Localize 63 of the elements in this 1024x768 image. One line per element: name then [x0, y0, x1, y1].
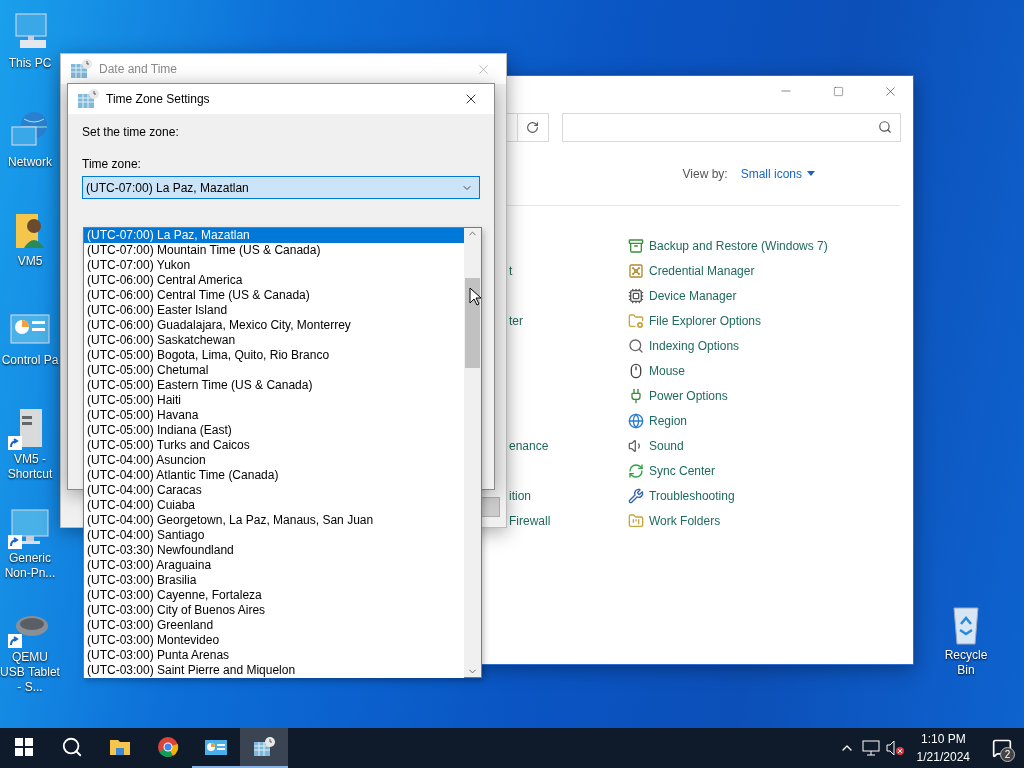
refresh-icon	[526, 120, 540, 134]
control-panel-link[interactable]: File Explorer Options	[628, 312, 762, 329]
desktop-icon-label[interactable]: Recycle Bin	[935, 648, 997, 678]
control-panel-link[interactable]: Device Manager	[628, 287, 737, 304]
desktop-icon-label[interactable]: VM5 - Shortcut	[0, 452, 60, 482]
notification-badge: 2	[1000, 747, 1015, 762]
search-icon	[61, 736, 83, 758]
control-panel-link[interactable]: Troubleshooting	[628, 487, 735, 504]
control-panel-link[interactable]: enance	[509, 438, 549, 453]
control-panel-link[interactable]: Region	[628, 412, 688, 429]
wrench-icon	[628, 487, 644, 504]
window-title: Date and Time	[99, 62, 178, 76]
windows-logo-icon	[15, 738, 33, 756]
control-panel-link[interactable]: Indexing Options	[628, 337, 740, 354]
control-panel-link[interactable]: ter	[509, 313, 523, 328]
calendar-clock-icon	[76, 87, 100, 111]
control-panel-link[interactable]: Sound	[628, 437, 684, 454]
view-by-label: View by:	[682, 166, 728, 181]
muted-speaker-icon[interactable]	[884, 740, 905, 756]
time-zone-dropdown[interactable]: (UTC-07:00) La Paz, Mazatlan	[82, 176, 480, 199]
control-panel-link[interactable]: Mouse	[628, 362, 686, 379]
network-icon[interactable]	[861, 740, 880, 756]
refresh-button[interactable]	[516, 112, 549, 142]
scroll-thumb[interactable]	[465, 278, 480, 368]
search-field[interactable]	[561, 112, 901, 142]
chrome-icon	[156, 735, 180, 759]
calendar-clock-icon	[252, 735, 276, 759]
control-panel-link[interactable]: t	[509, 263, 513, 278]
mouse-icon	[628, 362, 644, 379]
search-icon	[878, 120, 892, 134]
control-panel-link[interactable]: Firewall	[509, 513, 551, 528]
caret-icon	[807, 171, 815, 176]
dialog-title: Time Zone Settings	[106, 92, 210, 106]
calendar-clock-icon	[69, 57, 93, 81]
control-panel-link[interactable]: Work Folders	[628, 512, 721, 529]
globe-icon	[628, 412, 644, 429]
plug-icon	[628, 387, 644, 404]
view-by-dropdown[interactable]: Small icons	[740, 166, 815, 181]
maximize-icon	[832, 85, 844, 97]
field-label: Time zone:	[82, 156, 142, 171]
desktop-icon-label[interactable]: QEMU USB Tablet - S...	[0, 650, 60, 695]
taskbar-app[interactable]	[240, 728, 288, 768]
list-option[interactable]: (UTC-07:00) La Paz, Mazatlan	[84, 228, 464, 243]
date-text: 1/21/2024	[916, 749, 970, 766]
control-panel-link[interactable]: Backup and Restore (Windows 7)	[628, 237, 828, 254]
archive-icon	[628, 237, 644, 254]
list-option[interactable]: (UTC-03:00) Saint Pierre and Miquelon	[84, 663, 464, 678]
desktop-icon-label[interactable]: Generic Non-Pn...	[0, 551, 60, 581]
time-text: 1:10 PM	[920, 731, 966, 748]
notification-button[interactable]: 2	[980, 728, 1024, 768]
control-panel-link[interactable]: Credential Manager	[628, 262, 755, 279]
prompt-text: Set the time zone:	[82, 124, 180, 139]
vault-icon	[628, 262, 644, 279]
sync-icon	[628, 462, 644, 479]
control-panel-link[interactable]: Power Options	[628, 387, 728, 404]
chip-icon	[628, 287, 644, 304]
clock[interactable]: 1:10 PM 1/21/2024	[906, 730, 980, 766]
control-panel-link[interactable]: Sync Center	[628, 462, 716, 479]
folder-gear-icon	[628, 312, 644, 329]
speech-bubble-icon	[992, 738, 1012, 758]
control-panel-link[interactable]: ition	[509, 488, 531, 503]
magnifier-icon	[628, 337, 644, 354]
folder-icon	[628, 512, 644, 529]
